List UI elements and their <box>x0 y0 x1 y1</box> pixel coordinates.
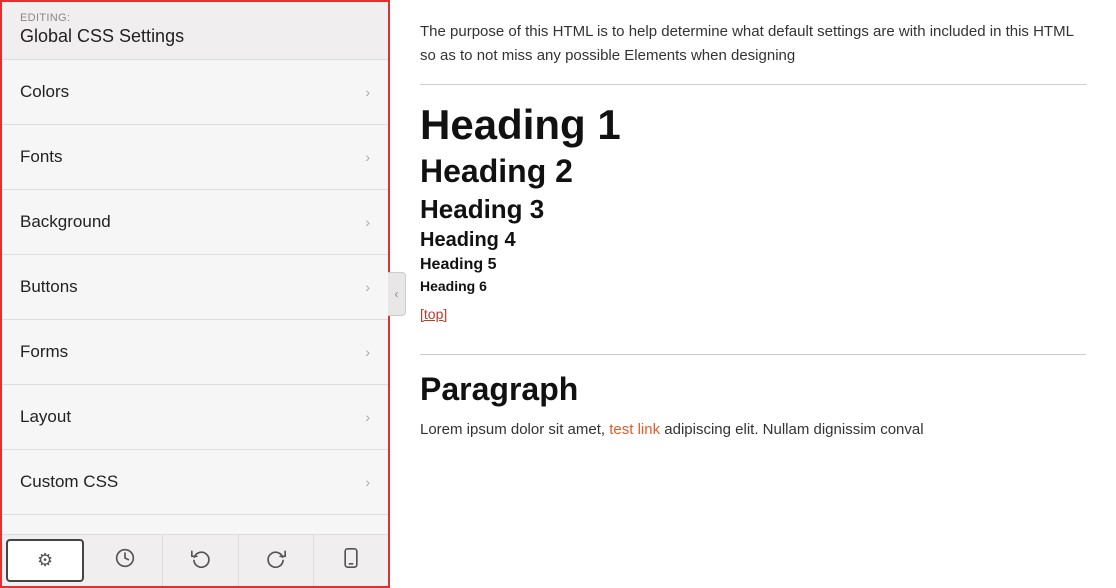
sidebar-title: Global CSS Settings <box>20 26 370 47</box>
main-content: The purpose of this HTML is to help dete… <box>390 0 1116 588</box>
sidebar-item-buttons[interactable]: Buttons › <box>2 255 388 320</box>
paragraph-text: Lorem ipsum dolor sit amet, test link ad… <box>420 418 1086 442</box>
heading-2: Heading 2 <box>420 153 1086 190</box>
chevron-left-icon: ‹ <box>395 287 399 301</box>
intro-text: The purpose of this HTML is to help dete… <box>420 20 1086 85</box>
undo-button[interactable] <box>163 535 238 586</box>
paragraph-section-heading: Paragraph <box>420 371 1086 408</box>
sidebar-item-colors-label: Colors <box>20 82 69 102</box>
editing-label: EDITING: <box>20 12 370 24</box>
history-button[interactable] <box>88 535 163 586</box>
chevron-right-icon: › <box>365 409 370 425</box>
sidebar-items-list: Colors › Fonts › Background › Buttons › … <box>2 60 388 534</box>
heading-5: Heading 5 <box>420 256 1086 274</box>
section-divider <box>420 354 1086 355</box>
sidebar-item-background-label: Background <box>20 212 111 232</box>
redo-button[interactable] <box>239 535 314 586</box>
chevron-right-icon: › <box>365 474 370 490</box>
heading-4: Heading 4 <box>420 229 1086 252</box>
sidebar-item-forms-label: Forms <box>20 342 68 362</box>
sidebar-item-forms[interactable]: Forms › <box>2 320 388 385</box>
chevron-right-icon: › <box>365 149 370 165</box>
top-link[interactable]: [top] <box>420 306 447 322</box>
heading-1: Heading 1 <box>420 101 1086 149</box>
redo-icon <box>266 548 286 573</box>
sidebar-item-colors[interactable]: Colors › <box>2 60 388 125</box>
sidebar-item-fonts[interactable]: Fonts › <box>2 125 388 190</box>
paragraph-text-after: adipiscing elit. Nullam dignissim conval <box>664 421 923 438</box>
sidebar-toolbar: ⚙ <box>2 534 388 586</box>
mobile-icon <box>343 548 359 573</box>
heading-3: Heading 3 <box>420 194 1086 225</box>
chevron-right-icon: › <box>365 214 370 230</box>
chevron-right-icon: › <box>365 279 370 295</box>
sidebar-item-fonts-label: Fonts <box>20 147 63 167</box>
collapse-tab[interactable]: ‹ <box>388 272 406 316</box>
mobile-preview-button[interactable] <box>314 535 388 586</box>
sidebar-item-background[interactable]: Background › <box>2 190 388 255</box>
settings-button[interactable]: ⚙ <box>6 539 84 582</box>
sidebar-item-custom-css-label: Custom CSS <box>20 472 118 492</box>
sidebar-item-buttons-label: Buttons <box>20 277 78 297</box>
paragraph-text-before: Lorem ipsum dolor sit amet, <box>420 421 605 438</box>
sidebar-header: EDITING: Global CSS Settings <box>2 2 388 60</box>
sidebar-item-custom-css[interactable]: Custom CSS › <box>2 450 388 515</box>
sidebar: EDITING: Global CSS Settings Colors › Fo… <box>0 0 390 588</box>
gear-icon: ⚙ <box>37 550 53 571</box>
undo-icon <box>191 548 211 573</box>
heading-6: Heading 6 <box>420 278 1086 294</box>
chevron-right-icon: › <box>365 344 370 360</box>
sidebar-item-layout[interactable]: Layout › <box>2 385 388 450</box>
history-icon <box>115 548 135 573</box>
sidebar-item-layout-label: Layout <box>20 407 71 427</box>
chevron-right-icon: › <box>365 84 370 100</box>
paragraph-link[interactable]: test link <box>609 421 660 438</box>
